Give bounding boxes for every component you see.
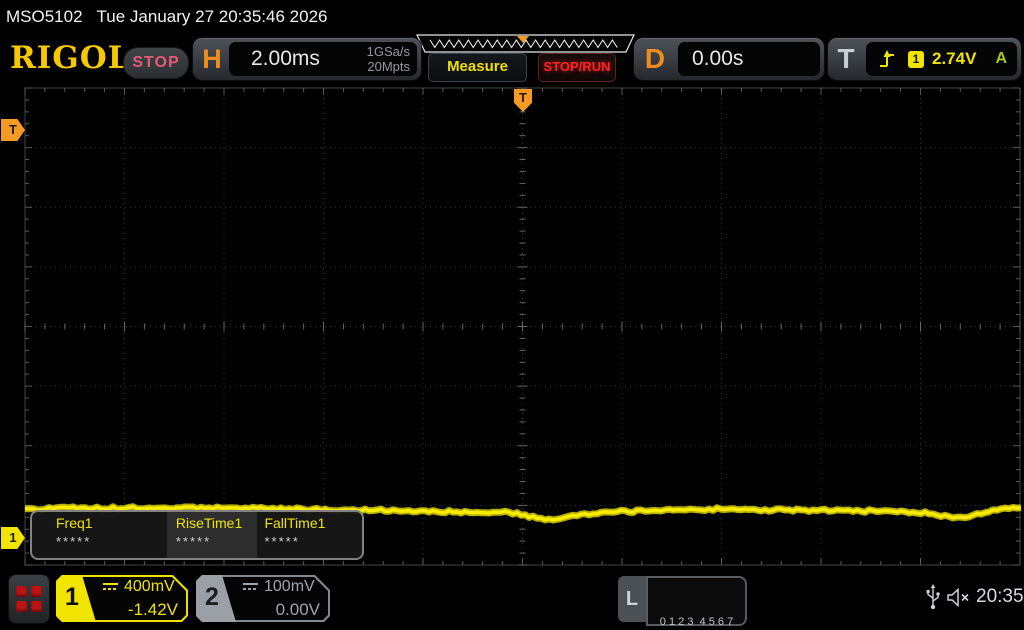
channel2-offset: 0.00V [275, 600, 320, 619]
measurement-label: Freq1 [56, 515, 93, 531]
delay-box[interactable]: D 0.00s [633, 37, 825, 81]
oscilloscope-screen: MSO5102 Tue January 27 20:35:46 2026 RIGO… [0, 0, 1024, 630]
model-name: MSO5102 [6, 7, 83, 26]
channel1-offset: -1.42V [127, 600, 178, 619]
measurement-label: FallTime1 [264, 515, 326, 531]
menu-grid-icon [16, 586, 42, 612]
measurement-risetime1[interactable]: RiseTime1 ***** [166, 512, 258, 558]
trigger-inner: 1 2.74V A [866, 42, 1017, 76]
usb-icon [926, 584, 940, 610]
horizontal-inner: 2.00ms 1GSa/s 20Mpts [229, 42, 417, 76]
datetime: Tue January 27 20:35:46 2026 [96, 7, 328, 26]
trigger-source-badge: 1 [908, 50, 924, 68]
measurement-value: ***** [56, 534, 92, 549]
trigger-sweep-mode: A [995, 50, 1007, 67]
delay-value: 0.00s [692, 47, 744, 70]
logic-channel-list: 0 1 2 3 4 5 6 7 8 9 1011 12131415 [646, 576, 747, 628]
trigger-box[interactable]: T 1 2.74V A [827, 37, 1022, 81]
horizontal-timebase-box[interactable]: H 2.00ms 1GSa/s 20Mpts [192, 37, 422, 81]
logic-row1: 0 1 2 3 4 5 6 7 [659, 616, 734, 628]
dc-coupling-icon [102, 582, 119, 592]
trigger-level-value: 2.74V [932, 49, 977, 68]
rising-edge-icon [880, 50, 894, 67]
measurement-value: ***** [264, 534, 300, 549]
clock: 20:35 [976, 586, 1024, 607]
measurement-falltime1[interactable]: FallTime1 ***** [257, 512, 362, 558]
stop-run-button[interactable]: STOP/RUN [538, 53, 616, 82]
measurement-freq1[interactable]: Freq1 ***** [32, 512, 167, 558]
trigger-label: T [837, 43, 855, 74]
horizontal-label: H [202, 43, 222, 74]
channel2-scale: 100mV [264, 578, 315, 595]
rigol-logo: RIGOL [10, 40, 131, 76]
run-state-badge[interactable]: STOP [123, 47, 189, 79]
sample-rate: 1GSa/s [366, 44, 410, 59]
measurement-label: RiseTime1 [175, 515, 243, 531]
measurement-value: ***** [175, 534, 212, 549]
logic-label: L [618, 576, 646, 622]
channel1-scale: 400mV [124, 578, 175, 595]
timebase-value: 2.00ms [251, 47, 320, 70]
delay-inner: 0.00s [678, 42, 820, 76]
logic-channels-widget[interactable]: L 0 1 2 3 4 5 6 7 8 9 1011 12131415 [618, 576, 747, 628]
dc-coupling-icon [242, 582, 259, 592]
channel2-widget[interactable]: 2 100mV 0.00V [196, 575, 330, 622]
acquisition-rates: 1GSa/s 20Mpts [367, 44, 410, 74]
menu-button[interactable] [8, 574, 50, 624]
memory-depth: 20Mpts [367, 59, 410, 74]
titlebar: MSO5102 Tue January 27 20:35:46 2026 [6, 7, 327, 27]
channel1-widget[interactable]: 1 400mV -1.42V [56, 575, 188, 622]
measure-button[interactable]: Measure [428, 53, 527, 82]
measurement-overlay: Freq1 ***** RiseTime1 ***** FallTime1 **… [30, 510, 364, 560]
speaker-muted-icon [947, 588, 969, 607]
delay-label: D [644, 43, 666, 74]
